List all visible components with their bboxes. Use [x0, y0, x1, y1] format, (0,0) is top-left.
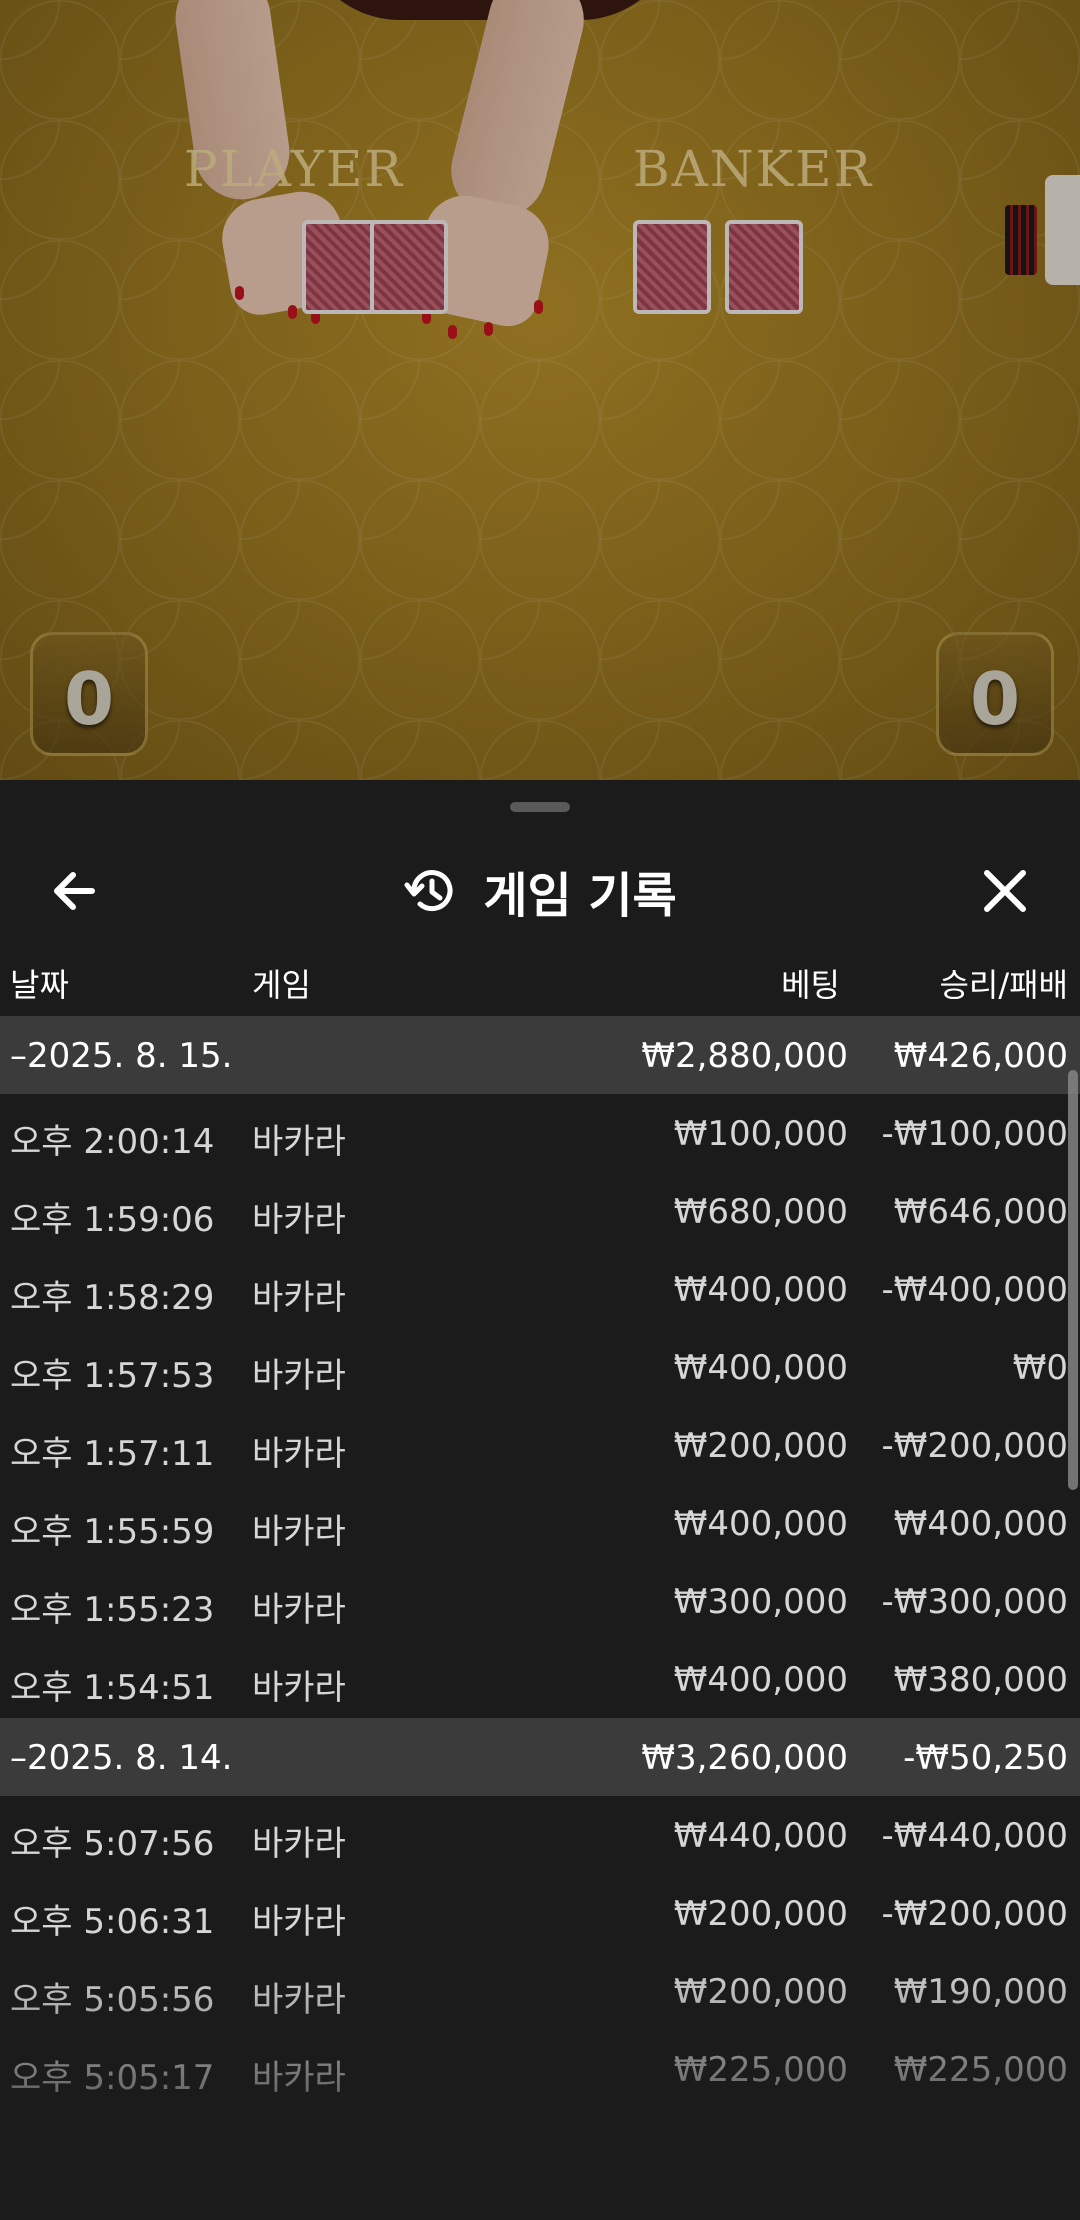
row-bet: ₩300,000	[673, 1582, 848, 1622]
live-video-feed: PLAYER BANKER 0 0	[0, 0, 1080, 780]
close-button[interactable]	[970, 856, 1040, 926]
row-result: ₩225,000	[893, 2050, 1068, 2090]
close-icon	[984, 870, 1026, 912]
row-result: ₩380,000	[893, 1660, 1068, 1700]
history-row[interactable]: 오후 1:54:51 바카라 ₩400,000 ₩380,000	[0, 1640, 1080, 1718]
row-time: 오후 1:57:53	[10, 1356, 215, 1396]
row-result: -₩200,000	[881, 1426, 1069, 1466]
column-header-result: 승리/패배	[939, 966, 1068, 1004]
row-bet: ₩400,000	[673, 1270, 848, 1310]
row-bet: ₩400,000	[673, 1348, 848, 1388]
row-game: 바카라	[252, 1668, 346, 1708]
row-bet: ₩100,000	[673, 1114, 848, 1154]
history-list[interactable]: –2025. 8. 15. ₩2,880,000 ₩426,000 오후 2:0…	[0, 1016, 1080, 2108]
row-time: 오후 1:59:06	[10, 1200, 215, 1240]
row-bet: ₩680,000	[673, 1192, 848, 1232]
history-row[interactable]: 오후 1:55:59 바카라 ₩400,000 ₩400,000	[0, 1484, 1080, 1562]
row-game: 바카라	[252, 1980, 346, 2020]
group-bet-total: ₩2,880,000	[641, 1036, 848, 1076]
history-row[interactable]: 오후 1:57:53 바카라 ₩400,000 ₩0	[0, 1328, 1080, 1406]
row-bet: ₩440,000	[673, 1816, 848, 1856]
row-game: 바카라	[252, 1590, 346, 1630]
row-game: 바카라	[252, 1902, 346, 1942]
row-time: 오후 5:07:56	[10, 1824, 215, 1864]
row-bet: ₩400,000	[673, 1504, 848, 1544]
column-header-date: 날짜	[10, 966, 69, 1004]
row-game: 바카라	[252, 1278, 346, 1318]
game-history-sheet: 게임 기록 날짜 게임 베팅 승리/패배 –2025. 8. 15. ₩2,88…	[0, 780, 1080, 2220]
row-result: -₩300,000	[881, 1582, 1069, 1622]
row-result: ₩190,000	[893, 1972, 1068, 2012]
history-row[interactable]: 오후 1:57:11 바카라 ₩200,000 -₩200,000	[0, 1406, 1080, 1484]
column-headers: 날짜 게임 베팅 승리/패배	[0, 950, 1080, 1016]
row-game: 바카라	[252, 1122, 346, 1162]
group-bet-total: ₩3,260,000	[641, 1738, 848, 1778]
row-game: 바카라	[252, 1824, 346, 1864]
row-result: -₩100,000	[881, 1114, 1069, 1154]
row-bet: ₩200,000	[673, 1426, 848, 1466]
row-time: 오후 5:06:31	[10, 1902, 215, 1942]
row-time: 오후 5:05:56	[10, 1980, 215, 2020]
group-date: –2025. 8. 15.	[10, 1036, 233, 1076]
sheet-header: 게임 기록	[0, 830, 1080, 960]
group-date: –2025. 8. 14.	[10, 1738, 233, 1778]
row-result: ₩646,000	[893, 1192, 1068, 1232]
row-time: 오후 1:54:51	[10, 1668, 215, 1708]
row-bet: ₩200,000	[673, 1972, 848, 2012]
row-time: 오후 1:55:59	[10, 1512, 215, 1552]
row-time: 오후 1:57:11	[10, 1434, 215, 1474]
history-row[interactable]: 오후 1:59:06 바카라 ₩680,000 ₩646,000	[0, 1172, 1080, 1250]
row-game: 바카라	[252, 1434, 346, 1474]
column-header-bet: 베팅	[781, 966, 840, 1004]
date-group-row[interactable]: –2025. 8. 15. ₩2,880,000 ₩426,000	[0, 1016, 1080, 1094]
group-result-total: -₩50,250	[903, 1738, 1068, 1778]
row-bet: ₩200,000	[673, 1894, 848, 1934]
history-row[interactable]: 오후 5:05:17 바카라 ₩225,000 ₩225,000	[0, 2030, 1080, 2108]
row-result: -₩200,000	[881, 1894, 1069, 1934]
group-result-total: ₩426,000	[893, 1036, 1068, 1076]
drag-handle[interactable]	[510, 802, 570, 812]
history-row[interactable]: 오후 1:55:23 바카라 ₩300,000 -₩300,000	[0, 1562, 1080, 1640]
row-time: 오후 1:55:23	[10, 1590, 215, 1630]
row-game: 바카라	[252, 2058, 346, 2098]
row-game: 바카라	[252, 1200, 346, 1240]
row-time: 오후 5:05:17	[10, 2058, 215, 2098]
date-group-row[interactable]: –2025. 8. 14. ₩3,260,000 -₩50,250	[0, 1718, 1080, 1796]
scrollbar[interactable]	[1068, 1070, 1078, 1490]
sheet-title-group: 게임 기록	[0, 858, 1080, 924]
history-row[interactable]: 오후 5:05:56 바카라 ₩200,000 ₩190,000	[0, 1952, 1080, 2030]
row-bet: ₩400,000	[673, 1660, 848, 1700]
row-result: -₩440,000	[881, 1816, 1069, 1856]
row-result: -₩400,000	[881, 1270, 1069, 1310]
row-time: 오후 1:58:29	[10, 1278, 215, 1318]
row-time: 오후 2:00:14	[10, 1122, 215, 1162]
row-game: 바카라	[252, 1356, 346, 1396]
history-row[interactable]: 오후 5:06:31 바카라 ₩200,000 -₩200,000	[0, 1874, 1080, 1952]
row-game: 바카라	[252, 1512, 346, 1552]
history-row[interactable]: 오후 5:07:56 바카라 ₩440,000 -₩440,000	[0, 1796, 1080, 1874]
video-dim-overlay	[0, 0, 1080, 780]
sheet-title: 게임 기록	[483, 868, 677, 924]
column-header-game: 게임	[252, 966, 311, 1004]
history-row[interactable]: 오후 1:58:29 바카라 ₩400,000 -₩400,000	[0, 1250, 1080, 1328]
row-result: ₩0	[1012, 1348, 1068, 1388]
history-icon	[404, 870, 453, 912]
history-row[interactable]: 오후 2:00:14 바카라 ₩100,000 -₩100,000	[0, 1094, 1080, 1172]
row-result: ₩400,000	[893, 1504, 1068, 1544]
row-bet: ₩225,000	[673, 2050, 848, 2090]
